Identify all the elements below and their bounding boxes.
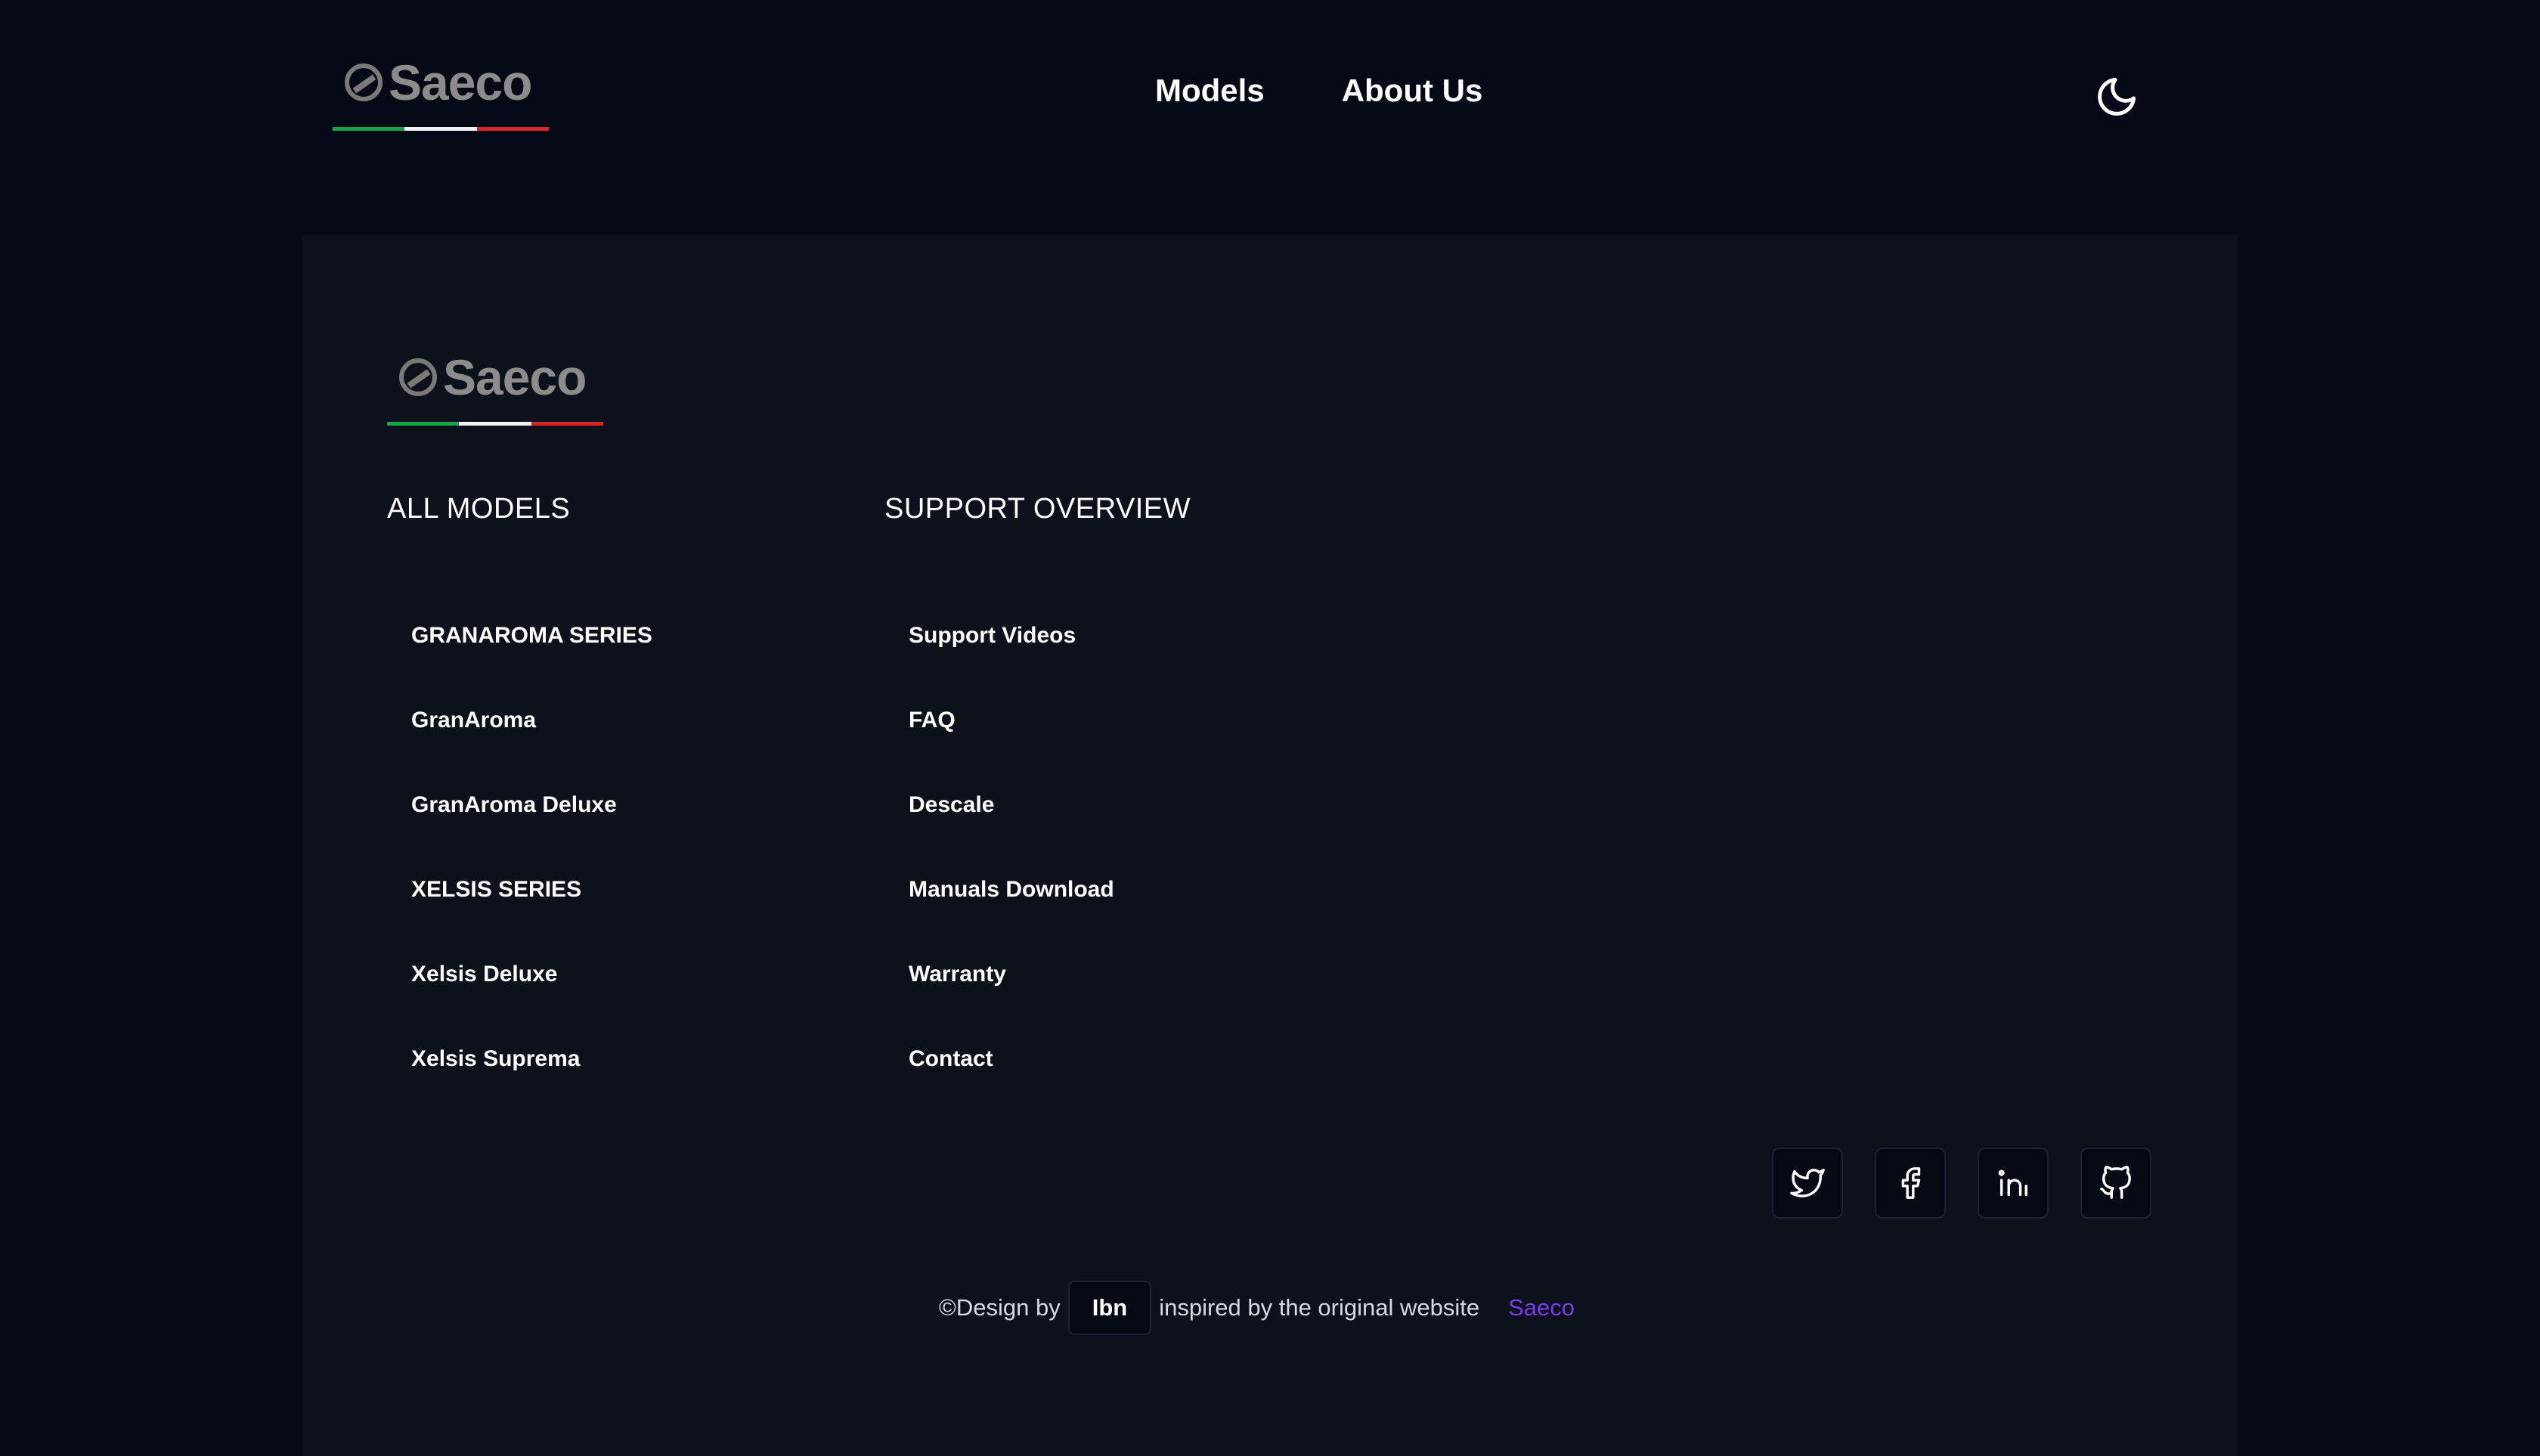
- moon-icon: [2098, 78, 2136, 116]
- footer-logo-text: Saeco: [443, 349, 587, 405]
- saeco-website-link[interactable]: Saeco: [1508, 1294, 1575, 1321]
- twitter-button[interactable]: [1772, 1148, 1843, 1219]
- footer-link-xelsis-deluxe[interactable]: Xelsis Deluxe: [411, 963, 652, 1048]
- footer-link-granaroma[interactable]: GranAroma: [411, 709, 652, 794]
- footer-link-descale[interactable]: Descale: [909, 794, 1114, 878]
- saeco-logo-icon: [399, 358, 437, 396]
- facebook-button[interactable]: [1875, 1148, 1946, 1219]
- credit-middle: inspired by the original website: [1159, 1294, 1480, 1321]
- footer-link-granaroma-series[interactable]: GRANAROMA SERIES: [411, 624, 652, 709]
- github-button[interactable]: [2080, 1148, 2151, 1219]
- footer-link-faq[interactable]: FAQ: [909, 709, 1114, 794]
- footer-link-support-videos[interactable]: Support Videos: [909, 624, 1114, 709]
- header-logo-underline: [333, 127, 549, 131]
- linkedin-icon: [1998, 1169, 2027, 1197]
- footer-logo[interactable]: Saeco: [399, 349, 587, 405]
- header-logo-text: Saeco: [389, 54, 532, 110]
- all-models-heading: ALL MODELS: [387, 493, 571, 525]
- design-credit: ©Design by Ibn inspired by the original …: [939, 1281, 1575, 1335]
- github-icon: [2100, 1166, 2131, 1199]
- footer-link-manuals-download[interactable]: Manuals Download: [909, 878, 1114, 963]
- support-overview-heading: SUPPORT OVERVIEW: [884, 493, 1191, 525]
- credit-prefix: ©Design by: [939, 1294, 1061, 1321]
- footer-link-warranty[interactable]: Warranty: [909, 963, 1114, 1048]
- footer-link-xelsis-suprema[interactable]: Xelsis Suprema: [411, 1048, 652, 1132]
- header-logo[interactable]: Saeco: [345, 54, 532, 110]
- theme-toggle-button[interactable]: [2094, 74, 2139, 119]
- footer-logo-underline: [387, 422, 603, 426]
- saeco-logo-icon: [345, 64, 383, 101]
- support-list: Support Videos FAQ Descale Manuals Downl…: [909, 624, 1114, 1132]
- author-badge[interactable]: Ibn: [1067, 1281, 1152, 1335]
- linkedin-button[interactable]: [1978, 1148, 2049, 1219]
- main-nav: Models About Us: [1155, 73, 1482, 109]
- facebook-icon: [1901, 1167, 1921, 1199]
- site-footer: Saeco ALL MODELS GRANAROMA SERIES GranAr…: [302, 234, 2238, 1456]
- nav-models[interactable]: Models: [1155, 73, 1265, 109]
- footer-link-granaroma-deluxe[interactable]: GranAroma Deluxe: [411, 794, 652, 878]
- footer-link-xelsis-series[interactable]: XELSIS SERIES: [411, 878, 652, 963]
- nav-about-us[interactable]: About Us: [1342, 73, 1483, 109]
- all-models-list: GRANAROMA SERIES GranAroma GranAroma Del…: [411, 624, 652, 1132]
- navbar: Saeco Models About Us: [0, 0, 2540, 194]
- twitter-icon: [1790, 1169, 1825, 1197]
- footer-link-contact[interactable]: Contact: [909, 1048, 1114, 1132]
